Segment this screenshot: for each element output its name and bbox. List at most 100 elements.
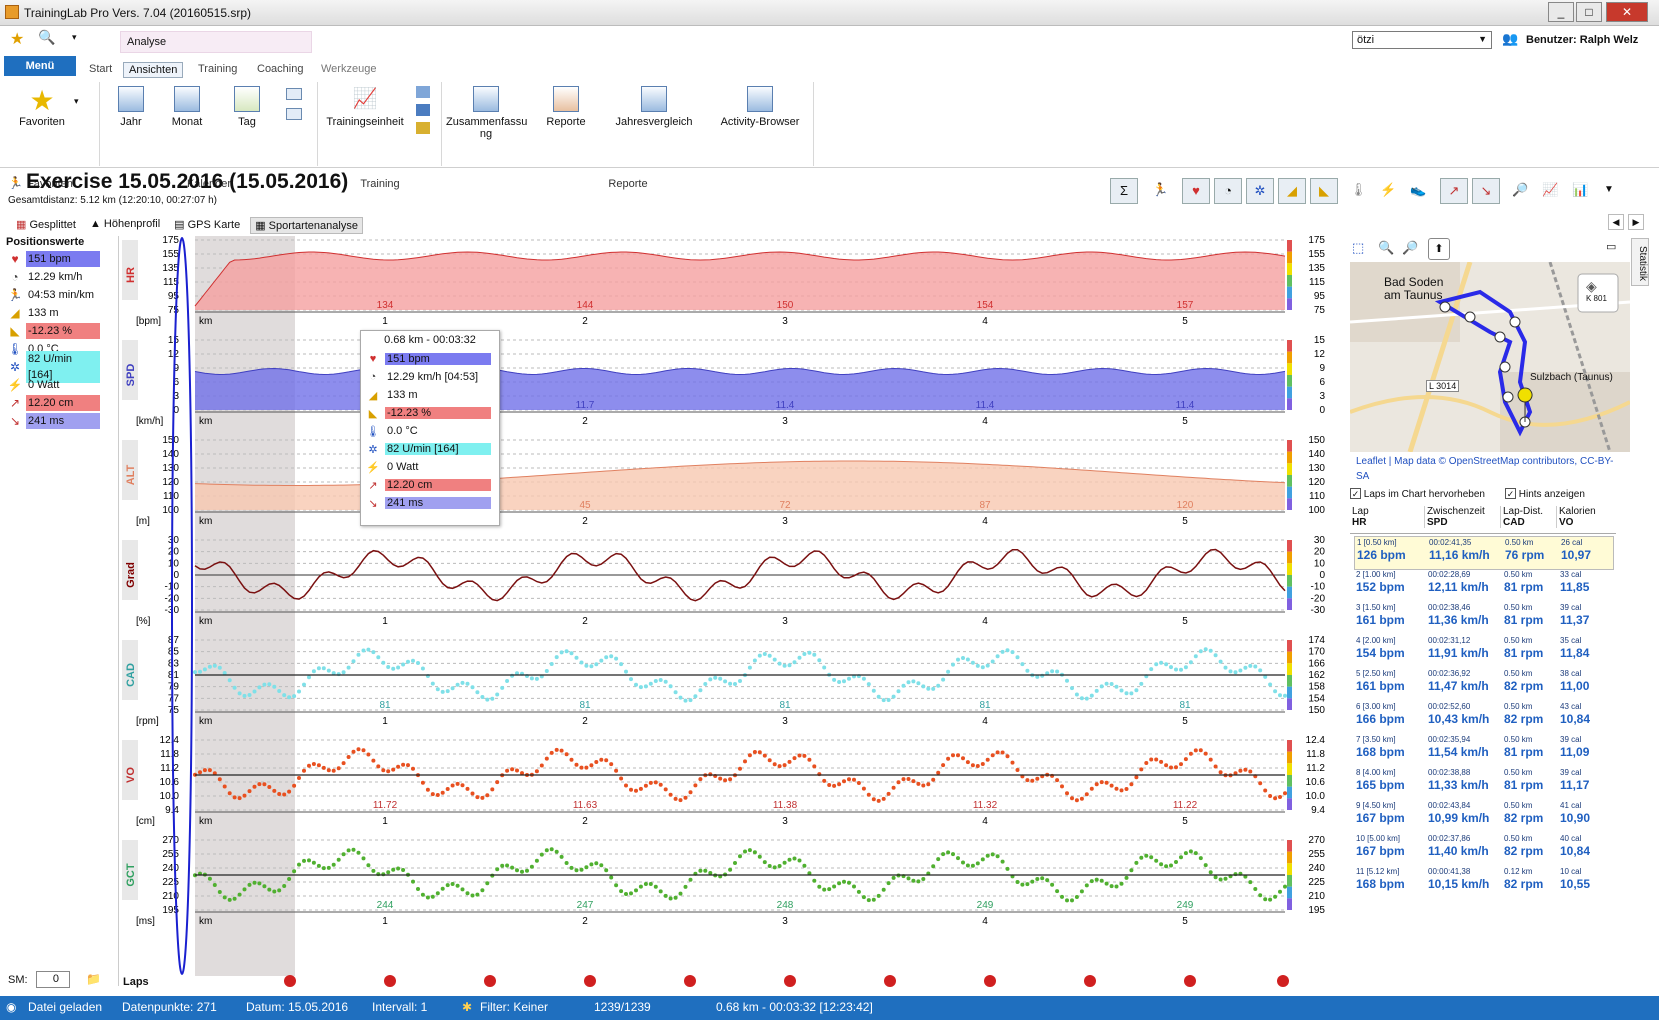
jahresvergleich-button[interactable]: Jahresvergleich — [606, 86, 702, 128]
quick-access-dropdown-icon[interactable]: ▾ — [72, 32, 77, 43]
zoom-in-icon[interactable]: 🔍 — [1378, 240, 1394, 256]
zusammenfassung-button[interactable]: Zusammenfassu ng — [446, 86, 527, 140]
chevron-down-icon[interactable]: ▼ — [1604, 184, 1614, 195]
trainingseinheit-button[interactable]: 📈 Trainingseinheit — [320, 86, 410, 128]
tag-button[interactable]: Tag — [224, 86, 270, 128]
show-hints-checkbox[interactable]: ✓ Hints anzeigen — [1504, 488, 1585, 500]
lap-row[interactable]: 2 [1.00 km] 00:02:28,69 0.50 km 33 cal 152 b… — [1354, 569, 1614, 603]
lap-marker-icon[interactable] — [984, 975, 996, 987]
search-icon[interactable]: 🔍 — [38, 29, 55, 46]
chart-grad[interactable]: Grad[%]30302020101000-10-10-20-20-30-30k… — [122, 535, 1325, 627]
chart-alt[interactable]: ALT [m] 150 150 140 140 130 130 120 120 110 110 100 1… — [122, 435, 1325, 527]
lap-row[interactable]: 8 [4.00 km] 00:02:38,88 0.50 km 39 cal 165 b… — [1354, 767, 1614, 801]
chart-line-icon[interactable]: 📈 — [1542, 182, 1558, 198]
tab-gps-karte[interactable]: ▤ GPS Karte — [170, 217, 244, 234]
map-view[interactable]: Bad Soden am Taunus Sulzbach (Taunus) L … — [1350, 262, 1630, 452]
lap-marker-icon[interactable] — [484, 975, 496, 987]
cadence-icon[interactable]: ✲ — [1246, 178, 1274, 204]
col-lap-dist[interactable]: Lap-Dist. CAD — [1500, 506, 1543, 528]
lap-marker-icon[interactable] — [284, 975, 296, 987]
highlight-laps-checkbox[interactable]: ✓ Laps im Chart hervorheben — [1350, 488, 1485, 500]
activity-browser-button[interactable]: Activity-Browser — [710, 86, 810, 128]
data-point — [738, 679, 742, 683]
tab-coaching[interactable]: Coaching — [252, 62, 308, 76]
chart-gct[interactable]: GCT[ms]270270255255240240225225210210195… — [122, 835, 1325, 927]
lap-row[interactable]: 6 [3.00 km] 00:02:52,60 0.50 km 43 cal 166 b… — [1354, 701, 1614, 735]
tab-sportartenanalyse[interactable]: ▦ Sportartenanalyse — [250, 217, 363, 234]
lap-row[interactable]: 11 [5.12 km] 00:00:41,38 0.12 km 10 cal 168 … — [1354, 866, 1614, 900]
minimize-button[interactable]: _ — [1548, 2, 1574, 22]
lap-marker-icon[interactable] — [684, 975, 696, 987]
gct-icon[interactable]: ↘ — [1472, 178, 1500, 204]
tab-start[interactable]: Start — [84, 62, 117, 76]
chart-area-icon[interactable]: 📊 — [1572, 182, 1588, 198]
col-lap[interactable]: Lap HR — [1352, 506, 1369, 528]
prev-arrow-icon[interactable]: ◀ — [1608, 214, 1624, 230]
star-icon[interactable]: ★ — [10, 29, 24, 49]
chart-hr[interactable]: HR[bpm]17517515515513513511511595957575k… — [122, 236, 1325, 327]
value-label: 81 — [1179, 700, 1191, 711]
next-arrow-icon[interactable]: ▶ — [1628, 214, 1644, 230]
menu-button[interactable]: Menü — [4, 56, 76, 76]
runner-icon[interactable]: 🏃 — [1152, 182, 1168, 198]
stride-icon[interactable]: ↗ — [1440, 178, 1468, 204]
lap-marker-icon[interactable] — [784, 975, 796, 987]
zoom-out-icon[interactable]: 🔎 — [1402, 240, 1418, 256]
reporte-button[interactable]: Reporte — [538, 86, 594, 128]
monat-button[interactable]: Monat — [164, 86, 210, 128]
chevron-down-icon[interactable]: ▾ — [74, 96, 79, 107]
col-kalorien[interactable]: Kalorien VO — [1556, 506, 1596, 528]
chart-cad[interactable]: CAD[rpm]17487170851668316281158791547715… — [122, 635, 1325, 727]
list-icon[interactable] — [286, 88, 302, 100]
jahr-button[interactable]: Jahr — [108, 86, 154, 128]
select-icon[interactable]: ⬚ — [1352, 240, 1364, 256]
heart-icon[interactable]: ♥ — [1182, 178, 1210, 204]
shoe-icon[interactable]: 👟 — [1410, 182, 1426, 198]
favoriten-button[interactable]: ★ Favoriten — [14, 86, 70, 129]
altitude-icon[interactable] — [416, 122, 430, 134]
lap-marker-icon[interactable] — [1084, 975, 1096, 987]
chart-vo[interactable]: VO [cm] 12.4 12.4 11.8 11.8 11.2 11.2 10.6 10.6 10… — [122, 735, 1325, 827]
lap-row[interactable]: 7 [3.50 km] 00:02:35,94 0.50 km 39 cal 168 b… — [1354, 734, 1614, 768]
maximize-button[interactable]: □ — [1576, 2, 1602, 22]
lap-row[interactable]: 4 [2.00 km] 00:02:31,12 0.50 km 35 cal 154 b… — [1354, 635, 1614, 669]
tab-gesplittet[interactable]: ▦ Gesplittet — [12, 217, 80, 234]
lap-marker-icon[interactable] — [384, 975, 396, 987]
lap-row[interactable]: 5 [2.50 km] 00:02:36,92 0.50 km 38 cal 161 b… — [1354, 668, 1614, 702]
thermo-icon[interactable]: 🌡 — [1350, 182, 1367, 198]
user-select[interactable]: ötzi ▼ — [1352, 31, 1492, 49]
sm-input[interactable]: 0 — [36, 971, 70, 988]
folder-icon[interactable]: 📁 — [86, 972, 101, 986]
tab-werkzeuge[interactable]: Werkzeuge — [316, 62, 381, 76]
lap-row[interactable]: 1 [0.50 km] 00:02:41,35 0.50 km 26 cal 126 b… — [1354, 536, 1614, 570]
charts-area[interactable]: HR[bpm]17517515515513513511511595957575k… — [120, 236, 1350, 996]
altitude-icon[interactable]: ◢ — [1278, 178, 1306, 204]
lap-row[interactable]: 3 [1.50 km] 00:02:38,46 0.50 km 39 cal 161 b… — [1354, 602, 1614, 636]
status-filter[interactable]: Filter: Keiner — [480, 1000, 548, 1014]
close-button[interactable]: ✕ — [1606, 2, 1648, 22]
lap-marker-icon[interactable] — [884, 975, 896, 987]
bars-icon[interactable] — [416, 86, 430, 98]
col-zwischenzeit[interactable]: Zwischenzeit SPD — [1424, 506, 1485, 528]
power-icon[interactable]: ⚡ — [1380, 182, 1396, 198]
map-attribution[interactable]: Leaflet | Map data © OpenStreetMap contr… — [1356, 454, 1626, 484]
lap-marker-icon[interactable] — [584, 975, 596, 987]
grade-icon[interactable]: ◣ — [1310, 178, 1338, 204]
lap-row[interactable]: 10 [5.00 km] 00:02:37,86 0.50 km 40 cal 167 … — [1354, 833, 1614, 867]
tab-hoehenprofil[interactable]: ▲ Höhenprofil — [86, 217, 164, 234]
grid-icon[interactable] — [286, 108, 302, 120]
zoom-icon[interactable]: 🔎 — [1512, 182, 1528, 198]
lap-row[interactable]: 9 [4.50 km] 00:02:43,84 0.50 km 41 cal 167 b… — [1354, 800, 1614, 834]
maximize-icon[interactable]: ▭ — [1606, 240, 1616, 253]
lap-marker-icon[interactable] — [1277, 975, 1289, 987]
layers-icon[interactable]: ◈ — [1586, 278, 1597, 295]
sum-icon[interactable]: Σ — [1110, 178, 1138, 204]
chart-icon[interactable] — [416, 104, 430, 116]
tab-ansichten[interactable]: Ansichten — [123, 62, 184, 78]
speed-icon[interactable]: ◔ — [1214, 178, 1242, 204]
tab-training[interactable]: Training — [193, 62, 242, 76]
chart-spd[interactable]: SPD[km/h]1515121299663300km1234511.711.4… — [122, 335, 1325, 427]
upload-icon[interactable]: ⬆ — [1428, 238, 1450, 260]
lap-marker-icon[interactable] — [1184, 975, 1196, 987]
tab-statistik[interactable]: Statistik — [1631, 238, 1649, 286]
